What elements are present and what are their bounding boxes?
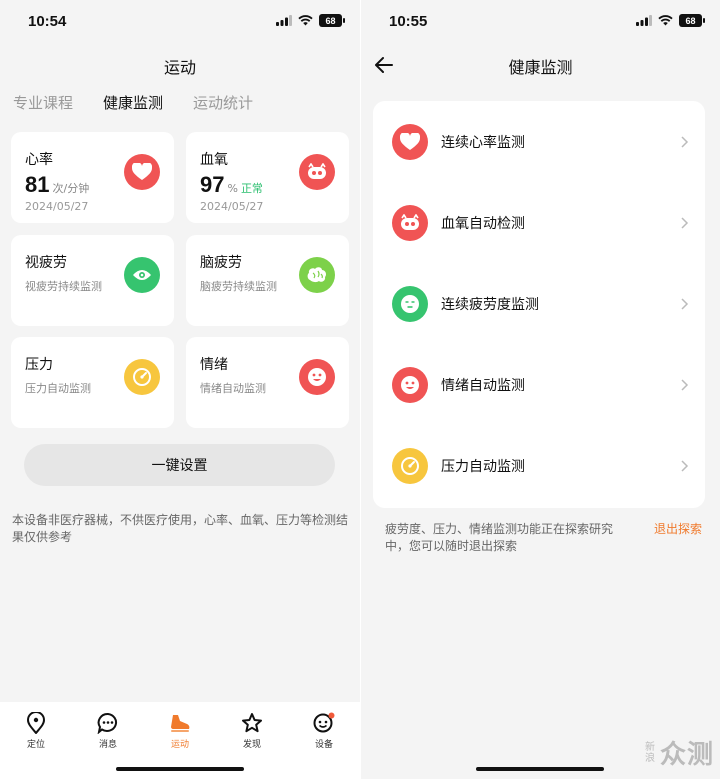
star-icon — [242, 713, 262, 733]
tab-bar: 专业课程 健康监测 运动统计 — [13, 92, 253, 113]
eye-icon — [124, 257, 160, 293]
heart-icon — [392, 123, 428, 160]
gauge-icon — [392, 447, 428, 484]
card-date: 2024/05/27 — [25, 200, 89, 213]
mood-card[interactable]: 情绪 情绪自动监测 — [186, 337, 349, 428]
tab-sport-stats[interactable]: 运动统计 — [193, 92, 253, 113]
smiley-icon — [299, 359, 335, 395]
list-item-label: 连续疲劳度监测 — [441, 296, 539, 313]
tabbar-item-device[interactable]: 设备 — [288, 702, 360, 779]
tabbar-item-location[interactable]: 定位 — [0, 702, 72, 779]
wifi-icon — [658, 15, 673, 26]
exit-exploration-link[interactable]: 退出探索 — [654, 520, 702, 537]
card-subtitle: 脑疲劳持续监测 — [200, 280, 277, 293]
card-subtitle: 视疲劳持续监测 — [25, 280, 102, 293]
list-item-label: 压力自动监测 — [441, 458, 525, 475]
spo2-unit: % — [227, 182, 238, 195]
gauge-icon — [124, 359, 160, 395]
location-pin-icon — [26, 712, 46, 734]
card-title: 视疲劳 — [25, 255, 67, 271]
stress-card[interactable]: 压力 压力自动监测 — [11, 337, 174, 428]
chevron-right-icon — [681, 378, 689, 391]
list-item-fatigue[interactable]: 连续疲劳度监测 — [373, 263, 705, 344]
card-date: 2024/05/27 — [200, 200, 264, 213]
chevron-right-icon — [681, 135, 689, 148]
status-bar: 10:55 68 — [361, 0, 720, 44]
card-title: 脑疲劳 — [200, 255, 242, 271]
signal-icon — [636, 15, 652, 26]
brain-fatigue-card[interactable]: 脑疲劳 脑疲劳持续监测 — [186, 235, 349, 326]
spo2-icon — [299, 154, 335, 190]
heart-icon — [124, 154, 160, 190]
page-title: 运动 — [163, 58, 196, 77]
exploration-note: 疲劳度、压力、情绪监测功能正在探索研究中，您可以随时退出探索 — [385, 522, 614, 553]
page-title: 健康监测 — [508, 58, 573, 77]
one-key-setup-button[interactable]: 一键设置 — [24, 444, 335, 486]
list-item-stress[interactable]: 压力自动监测 — [373, 425, 705, 506]
card-title: 压力 — [25, 357, 53, 373]
card-subtitle: 情绪自动监测 — [200, 382, 266, 395]
list-item-label: 情绪自动监测 — [441, 377, 525, 394]
status-bar: 10:54 68 — [0, 0, 360, 44]
status-time: 10:54 — [28, 13, 67, 30]
watch-face-icon — [313, 712, 335, 733]
heart-rate-card[interactable]: 心率 81 次/分钟 2024/05/27 — [11, 132, 174, 223]
status-time: 10:55 — [389, 13, 428, 30]
chevron-right-icon — [681, 297, 689, 310]
smiley-icon — [392, 366, 428, 403]
spo2-status: 正常 — [240, 182, 263, 195]
chevron-right-icon — [681, 216, 689, 229]
spo2-card[interactable]: 血氧 97 % 正常 2024/05/27 — [186, 132, 349, 223]
card-title: 血氧 — [200, 152, 228, 168]
tab-courses[interactable]: 专业课程 — [13, 92, 73, 113]
chat-bubble-icon — [97, 712, 117, 734]
brain-icon — [299, 257, 335, 293]
monitor-list: 连续心率监测 血氧自动检测 连续疲劳度监测 情绪自动监测 压力自动监测 — [373, 101, 705, 508]
battery-icon: 68 — [319, 14, 345, 27]
spo2-value: 97 — [200, 172, 225, 197]
watermark-logo: 新浪 众测 — [644, 740, 714, 770]
list-item-continuous-heart-rate[interactable]: 连续心率监测 — [373, 101, 705, 182]
list-item-spo2-auto[interactable]: 血氧自动检测 — [373, 182, 705, 263]
wifi-icon — [298, 15, 313, 26]
signal-icon — [276, 15, 292, 26]
disclaimer-text: 本设备非医疗器械，不供医疗使用，心率、血氧、压力等检测结果仅供参考 — [12, 513, 349, 544]
tab-health-monitor[interactable]: 健康监测 — [103, 92, 163, 113]
tired-face-icon — [392, 285, 428, 322]
card-title: 情绪 — [200, 357, 228, 373]
spo2-icon — [392, 204, 428, 241]
list-item-label: 连续心率监测 — [441, 134, 525, 151]
card-title: 心率 — [25, 152, 53, 168]
chevron-right-icon — [681, 459, 689, 472]
home-indicator — [476, 767, 604, 771]
list-item-label: 血氧自动检测 — [441, 215, 525, 232]
health-monitor-screen: 10:55 68 健康监测 连续心率监测 血氧自动检测 连续疲劳度监测 情绪自动… — [361, 0, 720, 779]
heart-rate-unit: 次/分钟 — [52, 182, 90, 195]
heart-rate-value: 81 — [25, 172, 50, 197]
battery-icon: 68 — [679, 14, 705, 27]
shoe-icon — [171, 715, 190, 732]
list-item-mood[interactable]: 情绪自动监测 — [373, 344, 705, 425]
home-indicator — [116, 767, 244, 771]
eye-fatigue-card[interactable]: 视疲劳 视疲劳持续监测 — [11, 235, 174, 326]
sport-screen: 10:54 68 运动 专业课程 健康监测 运动统计 心率 81 次/分钟 20… — [0, 0, 360, 779]
card-subtitle: 压力自动监测 — [25, 382, 91, 395]
